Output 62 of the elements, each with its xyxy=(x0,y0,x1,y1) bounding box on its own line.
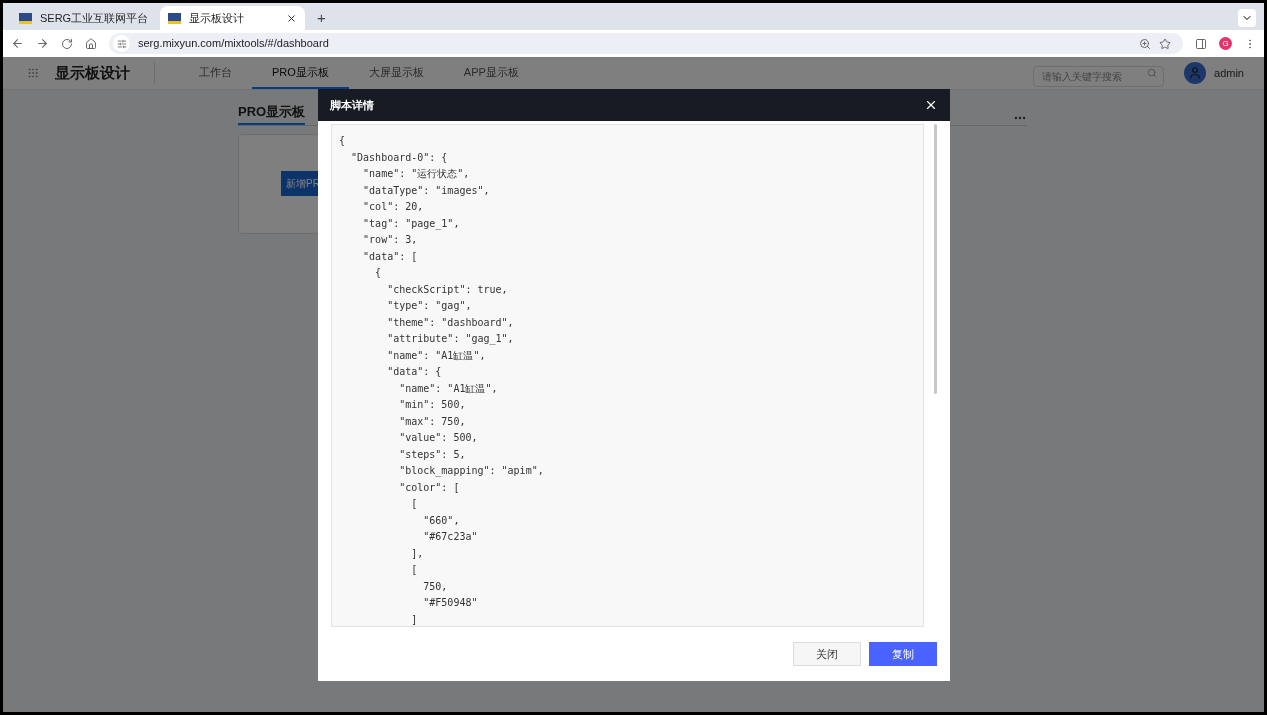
code-line: ] xyxy=(410,612,418,626)
profile-avatar[interactable]: G xyxy=(1219,37,1232,50)
side-panel-icon[interactable] xyxy=(1195,37,1207,50)
favicon-icon xyxy=(19,12,32,24)
dialog-title: 脚本详情 xyxy=(330,97,374,113)
tab-title: 显示板设计 xyxy=(189,10,245,26)
tab-list-button[interactable] xyxy=(1238,9,1256,27)
nav-tab[interactable]: 大屏显示板 xyxy=(348,57,444,89)
code-line: { xyxy=(339,134,346,148)
site-settings-icon[interactable] xyxy=(113,35,130,52)
zoom-icon[interactable] xyxy=(1139,37,1151,50)
dialog-button[interactable]: 关闭 xyxy=(793,642,861,666)
bookmark-star-icon[interactable] xyxy=(1159,37,1171,50)
browser-tab[interactable]: 显示板设计 xyxy=(160,6,305,30)
code-line: "max": 750, xyxy=(398,414,466,429)
code-line: "#F50948" xyxy=(422,596,478,610)
user-name[interactable]: admin xyxy=(1214,64,1244,82)
code-line: "row": 3, xyxy=(362,233,418,247)
app-title: 显示板设计 xyxy=(55,61,155,85)
code-line: "theme": "dashboard", xyxy=(386,315,514,330)
code-line: "attribute": "gag_1", xyxy=(386,332,514,347)
scrollbar-thumb[interactable] xyxy=(934,124,937,394)
code-line: "steps": 5, xyxy=(398,447,466,462)
nav-tab[interactable]: APP显示板 xyxy=(443,57,539,89)
reload-icon[interactable] xyxy=(61,37,73,50)
code-line: "660", xyxy=(422,513,460,528)
code-line: "min": 500, xyxy=(398,398,466,412)
code-line: "checkScript": true, xyxy=(386,282,508,297)
code-line: [ xyxy=(410,563,418,577)
code-line: "block_mapping": "apim", xyxy=(398,464,544,479)
code-line: "name": "A1缸温", xyxy=(398,381,498,396)
code-line: { xyxy=(374,266,382,280)
close-icon[interactable] xyxy=(924,98,938,112)
forward-icon[interactable] xyxy=(36,37,49,50)
code-line: "name": "运行状态", xyxy=(362,167,470,181)
code-line: 750, xyxy=(422,579,448,594)
code-line: "type": "gag", xyxy=(386,299,472,313)
address-bar[interactable]: serg.mixyun.com/mixtools/#/dashboard xyxy=(109,33,1183,54)
section-title: PRO显示板 xyxy=(238,102,306,125)
home-icon[interactable] xyxy=(85,37,97,50)
code-line: ], xyxy=(410,546,424,561)
code-line: "tag": "page_1", xyxy=(362,216,460,232)
code-line: "dataType": "images", xyxy=(362,183,490,198)
user-avatar[interactable] xyxy=(1184,62,1207,84)
tab-title: SERG工业互联网平台 xyxy=(40,10,149,26)
dialog-button[interactable]: 复制 xyxy=(869,642,937,666)
code-line: "data": [ xyxy=(362,249,418,264)
code-line: [ xyxy=(410,497,418,511)
code-line: "name": "A1缸温", xyxy=(386,348,486,363)
favicon-icon xyxy=(168,12,181,24)
nav-tab[interactable]: 工作台 xyxy=(179,57,252,89)
code-line: "value": 500, xyxy=(398,431,478,445)
code-line: "Dashboard-0": { xyxy=(350,150,448,165)
close-icon[interactable] xyxy=(286,12,297,24)
code-line: "data": { xyxy=(386,365,442,379)
browser-tab[interactable]: SERG工业互联网平台 xyxy=(11,6,156,30)
code-line: "color": [ xyxy=(398,480,460,495)
back-icon[interactable] xyxy=(11,37,24,50)
url-text: serg.mixyun.com/mixtools/#/dashboard xyxy=(138,36,329,52)
new-tab-button[interactable]: + xyxy=(309,6,334,30)
code-line: "#67c23a" xyxy=(422,530,478,544)
code-line: "col": 20, xyxy=(362,200,424,214)
